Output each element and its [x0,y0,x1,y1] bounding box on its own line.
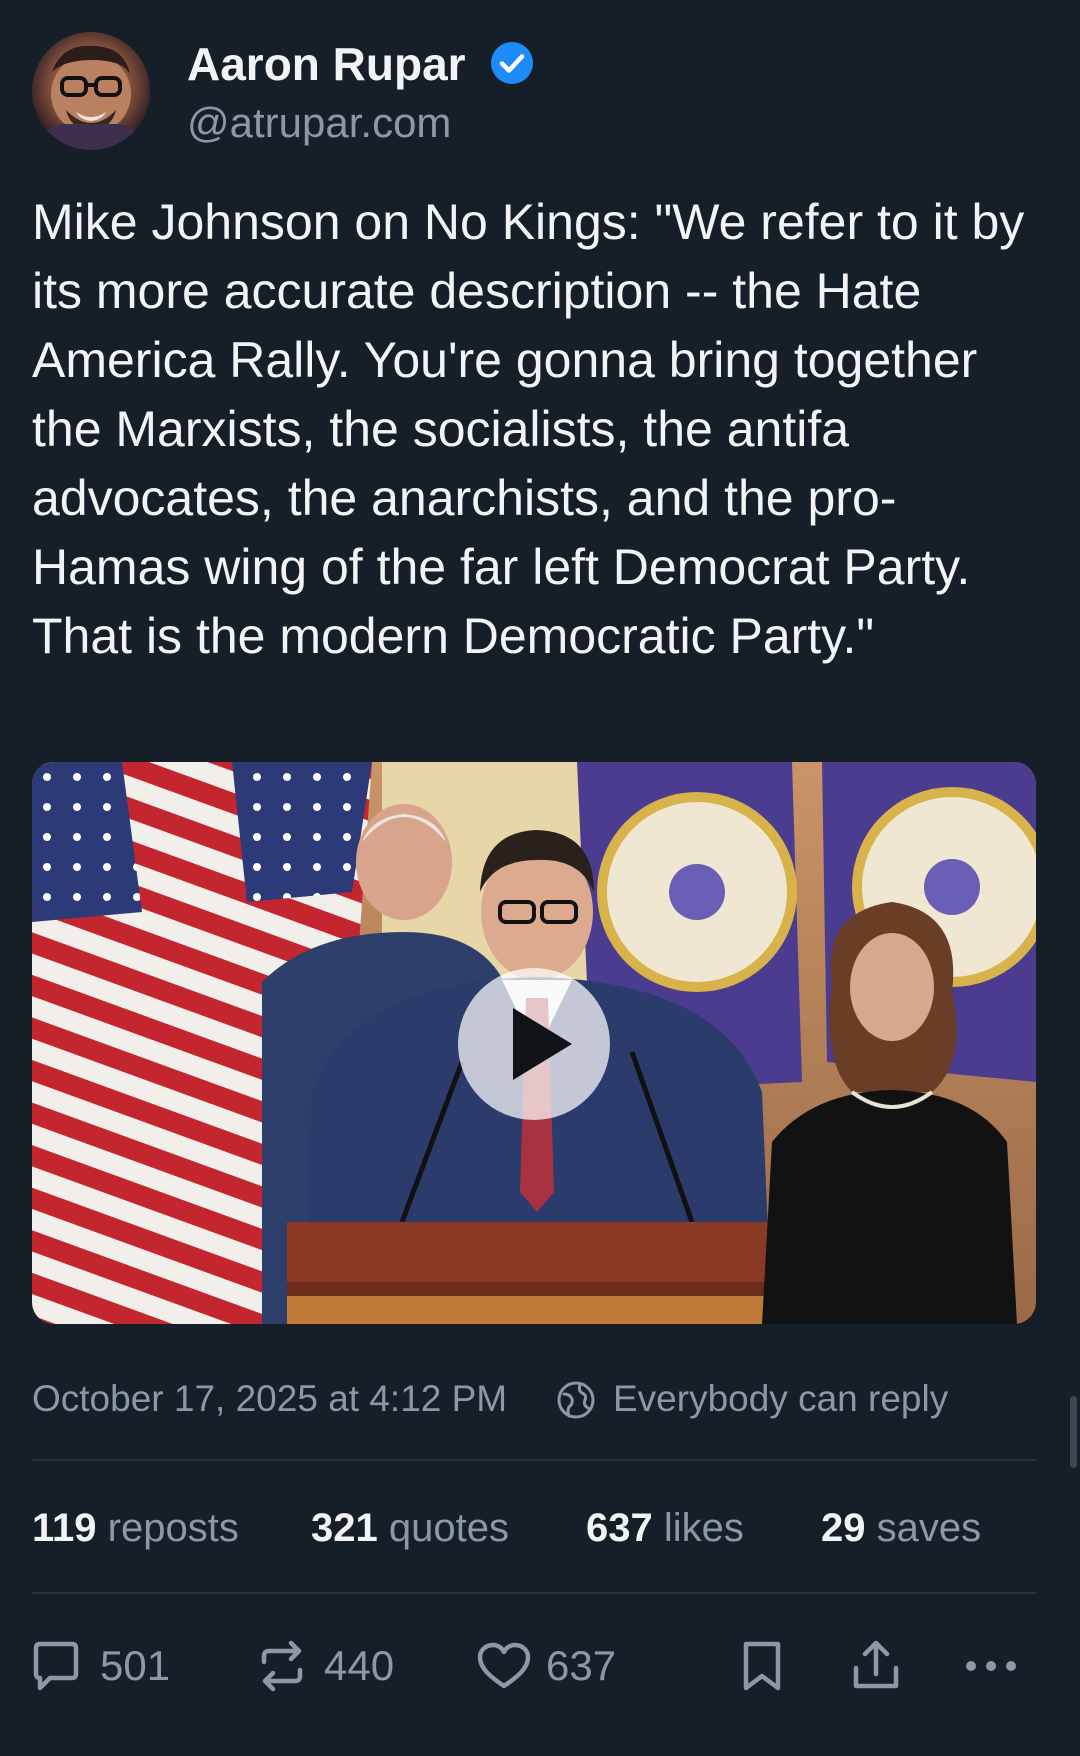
reply-count: 501 [100,1642,171,1689]
repost-button[interactable]: 440 [254,1633,414,1699]
quotes-count-link[interactable]: 321 quotes [311,1503,509,1553]
reposts-label: reposts [107,1506,239,1550]
reply-setting-label: Everybody can reply [613,1378,949,1419]
like-button[interactable]: 637 [476,1633,636,1699]
bookmark-button[interactable] [734,1633,790,1699]
play-icon [513,1008,572,1080]
share-button[interactable] [848,1633,904,1699]
more-icon [966,1661,1016,1671]
saves-label: saves [876,1506,982,1550]
reposts-count-link[interactable]: 119 reposts [32,1503,239,1553]
bookmark-icon [743,1641,781,1691]
author-display-name[interactable]: Aaron Rupar [187,38,466,90]
avatar-image [32,45,150,150]
verified-badge-icon [491,42,533,84]
like-count: 637 [546,1642,617,1689]
repost-icon [261,1640,303,1692]
post-thread-view: Aaron Rupar @atrupar.com Mike Johnson on… [0,0,1080,1756]
avatar[interactable] [32,32,150,150]
likes-label: likes [663,1506,744,1550]
globe-icon [557,1381,595,1419]
saves-count-link[interactable]: 29 saves [821,1503,981,1553]
saves-count: 29 [821,1506,866,1550]
post-timestamp[interactable]: October 17, 2025 at 4:12 PM [32,1376,507,1422]
divider [32,1459,1036,1461]
heart-icon [477,1642,531,1689]
play-button[interactable] [458,968,610,1120]
reply-button[interactable]: 501 [28,1633,178,1699]
more-options-button[interactable] [962,1633,1020,1699]
quotes-label: quotes [388,1506,509,1550]
quotes-count: 321 [311,1506,378,1550]
likes-count-link[interactable]: 637 likes [586,1503,744,1553]
share-icon [853,1640,899,1689]
likes-count: 637 [586,1506,653,1550]
video-player[interactable] [32,762,1036,1324]
reply-icon [33,1641,79,1691]
post-text: Mike Johnson on No Kings: "We refer to i… [32,194,1039,664]
author-handle[interactable]: @atrupar.com [187,98,451,148]
scrollbar[interactable] [1070,1396,1077,1468]
divider [32,1592,1036,1594]
reposts-count: 119 [32,1506,97,1550]
repost-count: 440 [324,1642,395,1689]
